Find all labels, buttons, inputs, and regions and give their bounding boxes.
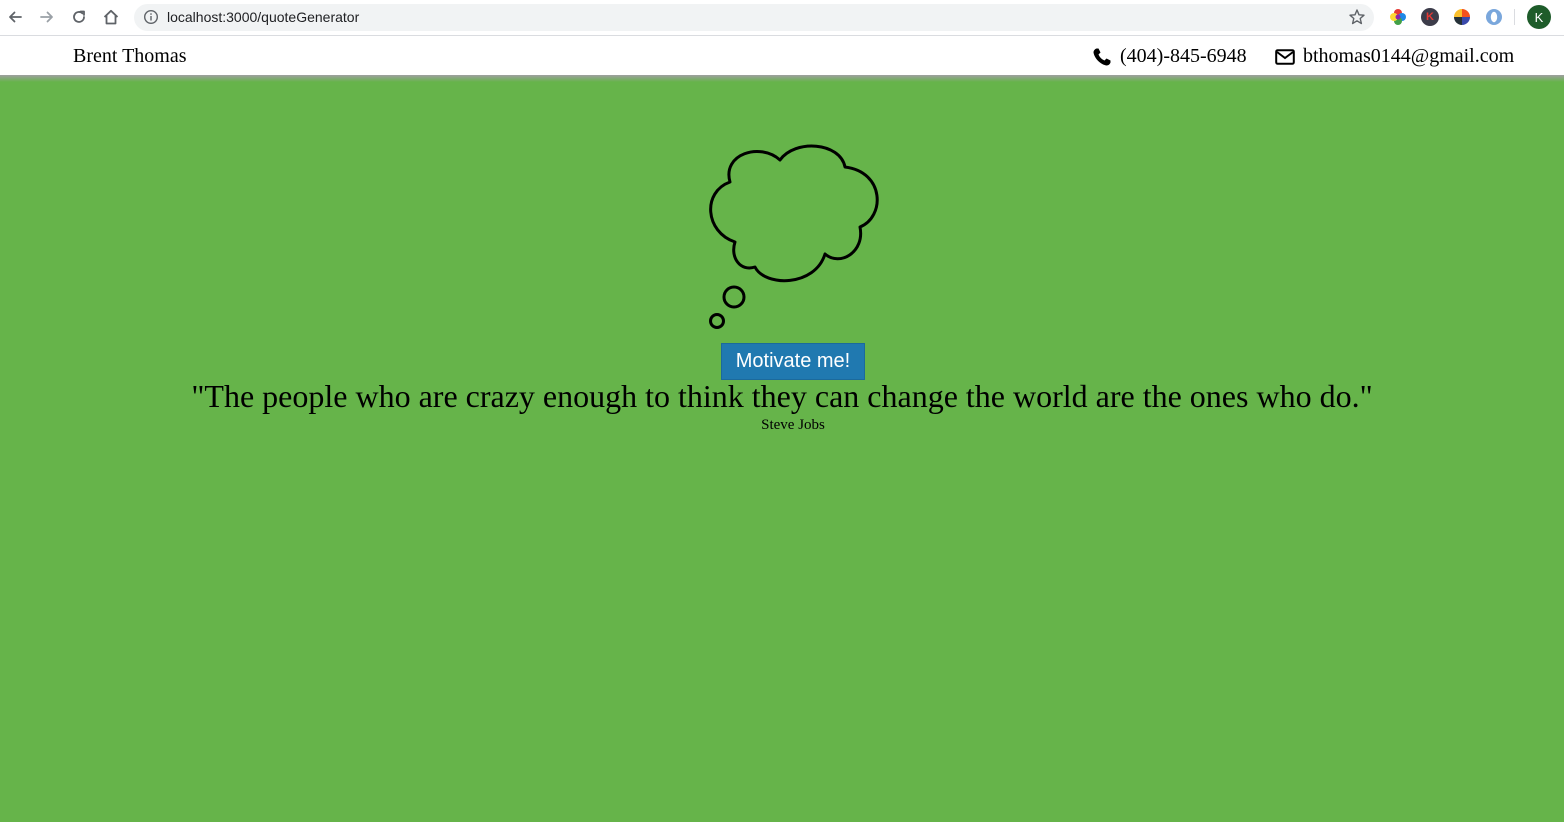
arrow-right-icon — [40, 11, 53, 23]
phone-number[interactable]: (404)-845-6948 — [1120, 45, 1247, 68]
home-icon — [103, 9, 119, 25]
email-contact[interactable]: bthomas0144@gmail.com — [1275, 45, 1514, 68]
home-button[interactable] — [99, 5, 123, 29]
envelope-icon — [1275, 48, 1295, 65]
site-header: Brent Thomas (404)-845-6948 bthomas0144@… — [0, 36, 1564, 75]
bookmark-star-icon[interactable] — [1348, 8, 1366, 26]
profile-avatar[interactable]: K — [1527, 5, 1551, 29]
motivate-button[interactable]: Motivate me! — [721, 343, 865, 380]
header-shadow — [0, 75, 1564, 82]
browser-toolbar: localhost:3000/quoteGenerator K K — [0, 0, 1564, 36]
quote-text: "The people who are crazy enough to thin… — [191, 378, 1373, 414]
forward-button[interactable] — [35, 5, 59, 29]
address-bar[interactable]: localhost:3000/quoteGenerator — [134, 4, 1374, 31]
info-icon[interactable] — [143, 9, 159, 25]
phone-icon — [1093, 48, 1111, 65]
o-extension-icon[interactable] — [1485, 8, 1503, 26]
k-extension-icon[interactable]: K — [1421, 8, 1439, 26]
phone-contact[interactable]: (404)-845-6948 — [1092, 45, 1247, 68]
back-button[interactable] — [3, 5, 27, 29]
reload-icon — [73, 10, 85, 23]
email-address[interactable]: bthomas0144@gmail.com — [1303, 45, 1514, 68]
quote-author: Steve Jobs — [761, 417, 825, 433]
main-content: Motivate me! "The people who are crazy e… — [0, 82, 1564, 822]
reload-button[interactable] — [67, 5, 91, 29]
s-extension-icon[interactable] — [1453, 8, 1471, 26]
site-owner-name: Brent Thomas — [73, 45, 187, 67]
arrow-left-icon — [9, 11, 22, 23]
color-wheel-extension-icon[interactable] — [1389, 8, 1407, 26]
url-text[interactable]: localhost:3000/quoteGenerator — [167, 9, 359, 25]
toolbar-divider — [1514, 9, 1515, 25]
thought-cloud-icon — [709, 144, 879, 329]
